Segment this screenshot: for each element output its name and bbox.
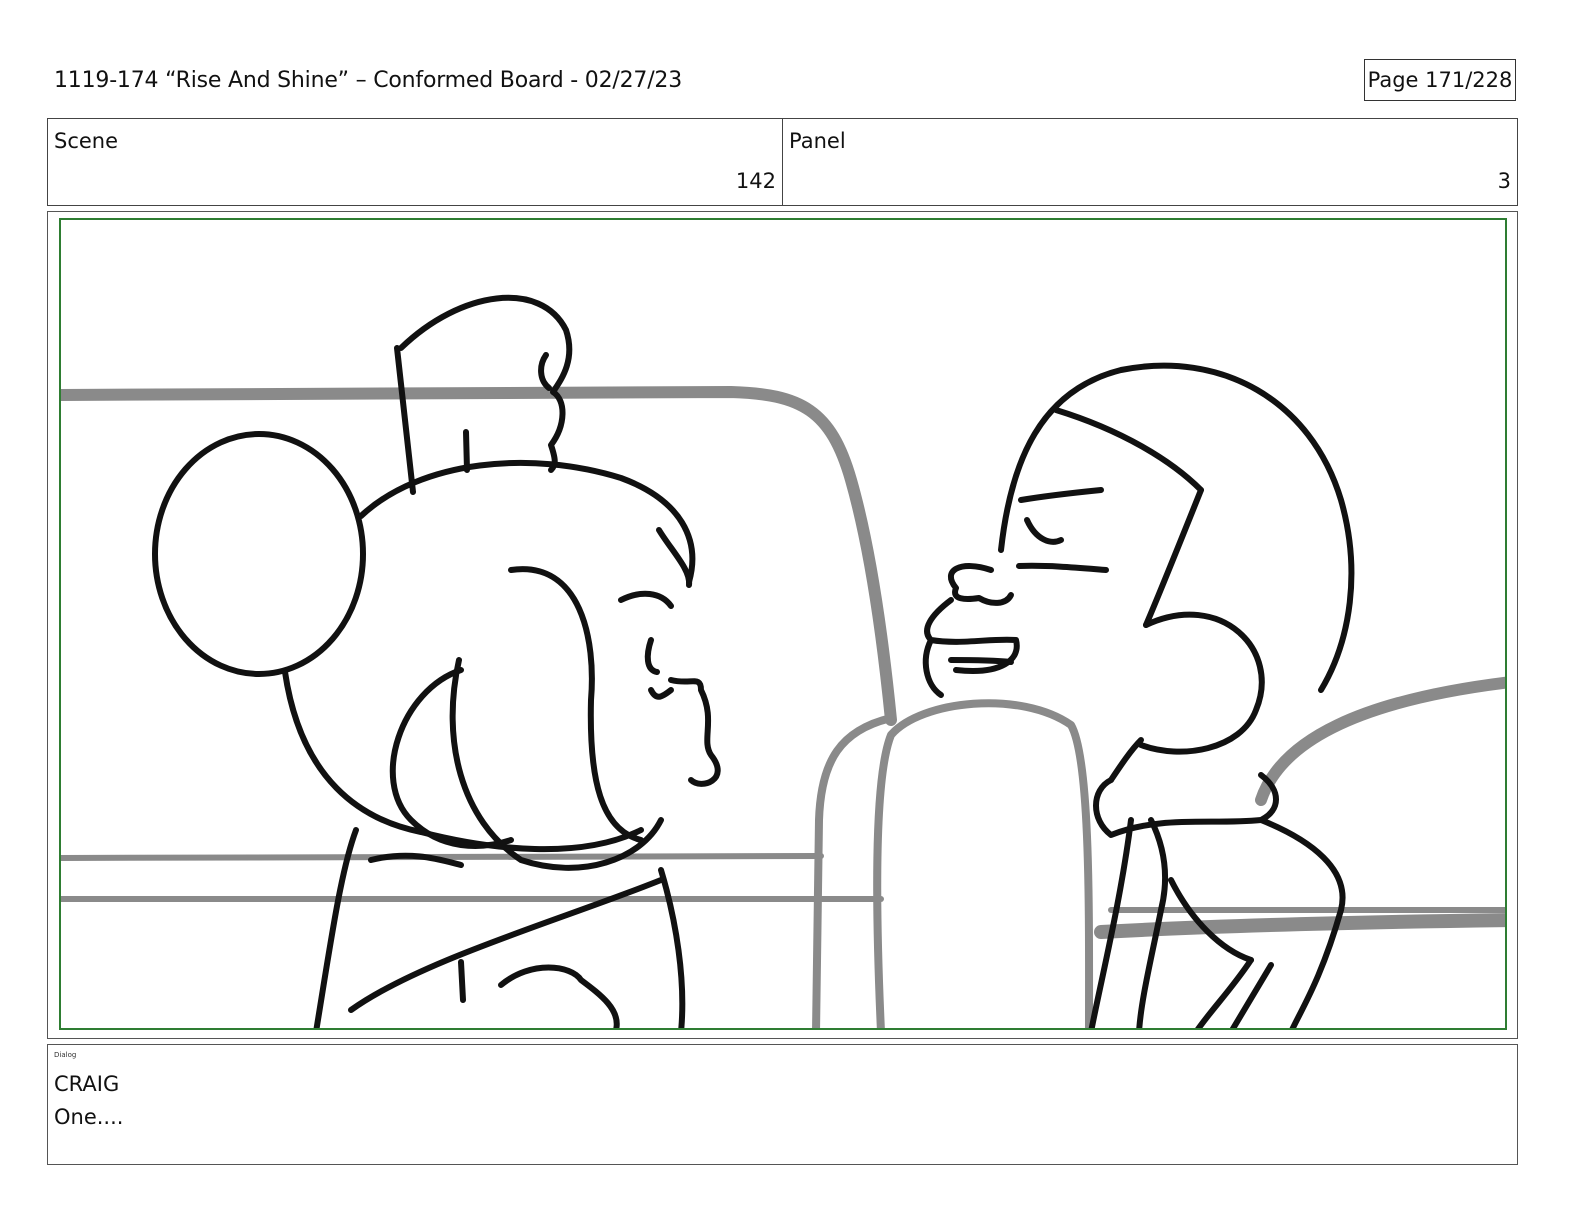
board-title: 1119-174 “Rise And Shine” – Conformed Bo… <box>54 68 682 93</box>
dialog-speaker: CRAIG <box>54 1072 120 1096</box>
storyboard-sketch <box>61 294 1505 1028</box>
left-character-sketch <box>152 294 721 1028</box>
panel-number: 3 <box>1497 169 1511 193</box>
dialog-box: Dialog CRAIG One.... <box>47 1044 1518 1165</box>
dialog-line: One.... <box>54 1105 124 1129</box>
scene-cell: Scene 142 <box>48 119 782 205</box>
couch-background <box>61 386 1505 1028</box>
storyboard-drawing <box>59 218 1507 1030</box>
page-number: Page 171/228 <box>1364 59 1516 101</box>
scene-panel-info-row: Scene 142 Panel 3 <box>47 118 1518 206</box>
scene-label: Scene <box>54 129 119 153</box>
panel-cell: Panel 3 <box>782 119 1517 205</box>
panel-label: Panel <box>789 129 846 153</box>
scene-number: 142 <box>735 169 776 193</box>
dialog-label: Dialog <box>54 1051 77 1059</box>
